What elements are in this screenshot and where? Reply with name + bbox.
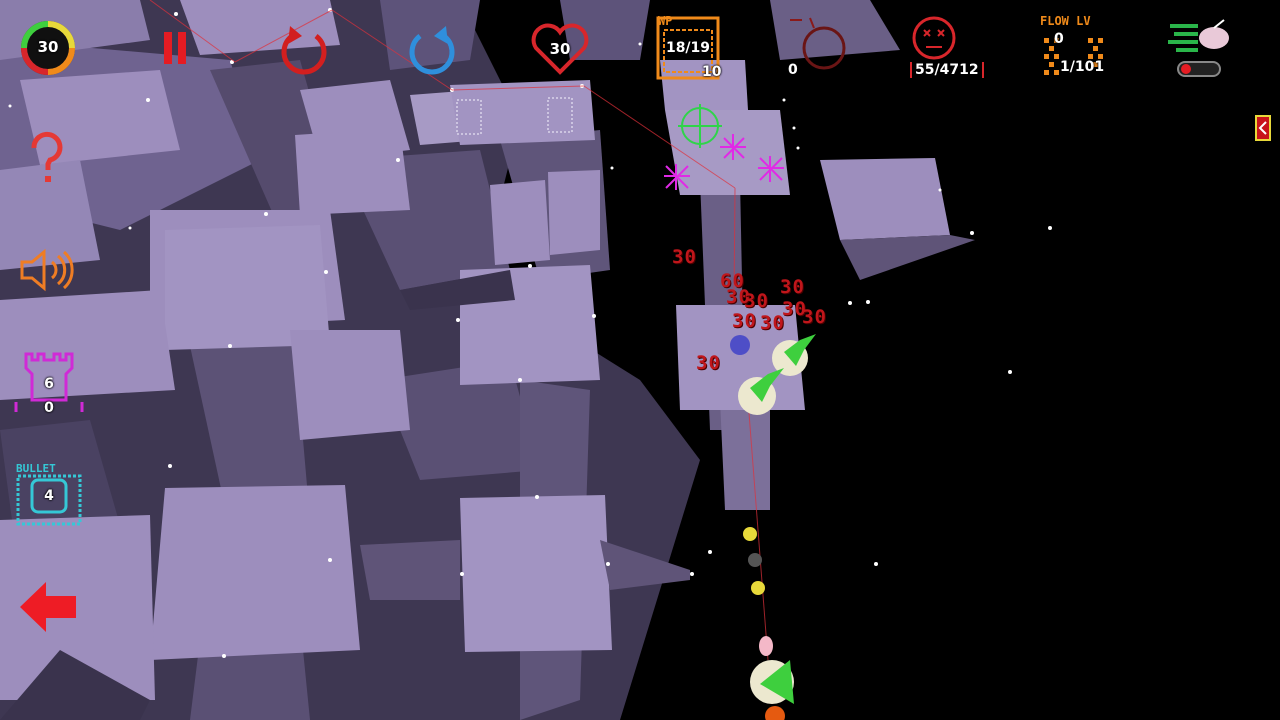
wp-progress: 18/19 bbox=[665, 40, 711, 56]
left-arrow-icon bbox=[20, 582, 76, 632]
flow-level-value: 0 bbox=[1054, 31, 1064, 47]
fast-forward-icon bbox=[1168, 19, 1229, 77]
damage-number: 30 bbox=[672, 246, 697, 268]
kill-count: 55/4712 bbox=[910, 62, 984, 78]
flow-progress: 1/101 bbox=[1060, 59, 1105, 75]
redo-icon bbox=[409, 26, 455, 75]
pause-icon bbox=[164, 32, 186, 64]
wp-sub: 10 bbox=[702, 64, 722, 80]
wave-counter: 0 bbox=[784, 14, 854, 84]
tower-counter[interactable]: 6 0 bbox=[14, 350, 84, 420]
wp-counter: WP 18/19 10 bbox=[654, 14, 728, 84]
tower-count: 6 bbox=[44, 376, 54, 392]
flow-level: FLOW LV 0 1/101 bbox=[1038, 14, 1118, 84]
tower-sub: 0 bbox=[44, 400, 54, 416]
flow-label: FLOW LV bbox=[1040, 14, 1091, 28]
damage-number: 30 bbox=[744, 290, 769, 312]
pause-button[interactable] bbox=[160, 28, 192, 68]
speaker-icon bbox=[20, 248, 74, 292]
damage-number: 30 bbox=[802, 306, 827, 328]
side-panel-tab-icon bbox=[1255, 115, 1271, 141]
damage-number: 30 bbox=[696, 352, 721, 374]
restart-icon bbox=[281, 26, 327, 75]
side-panel-tab[interactable] bbox=[1254, 114, 1272, 142]
game-scene[interactable] bbox=[0, 0, 1280, 720]
help-button[interactable] bbox=[22, 130, 72, 186]
question-mark-icon bbox=[31, 131, 63, 182]
speed-toggle[interactable] bbox=[1166, 18, 1236, 80]
bullet-count: 4 bbox=[44, 488, 54, 504]
damage-number: 30 bbox=[760, 312, 785, 334]
damage-number: 30 bbox=[732, 310, 757, 332]
restart-button[interactable] bbox=[276, 22, 332, 78]
lives-value: 30 bbox=[549, 40, 571, 58]
life-ring-value: 30 bbox=[37, 38, 59, 56]
redo-button[interactable] bbox=[404, 22, 460, 78]
skull-face-icon bbox=[912, 16, 956, 60]
life-ring: 30 bbox=[18, 18, 78, 78]
wave-count: 0 bbox=[788, 62, 798, 78]
kill-counter: 55/4712 bbox=[906, 14, 984, 84]
back-button[interactable] bbox=[18, 580, 78, 634]
bullet-counter[interactable]: BULLET 4 bbox=[14, 460, 84, 530]
damage-number: 30 bbox=[780, 276, 805, 298]
sound-toggle[interactable] bbox=[18, 248, 78, 292]
lives-heart: 30 bbox=[530, 20, 590, 78]
